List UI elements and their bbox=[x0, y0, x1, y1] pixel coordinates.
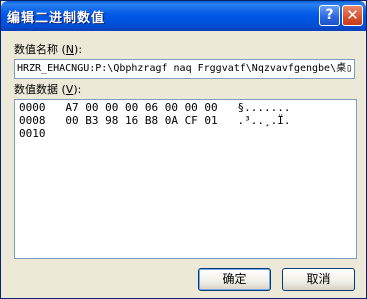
value-name-field[interactable]: HRZR_EHACNGU:P:\Qbphzragf naq Frggvatf\N… bbox=[14, 59, 355, 79]
hex-row[interactable]: 0008 00 B3 98 16 B8 0A CF 01 .³..¸.Ï. bbox=[19, 114, 291, 127]
value-data-editor[interactable]: 0000 A7 00 00 00 06 00 00 00 §....... 00… bbox=[14, 99, 357, 259]
value-data-accel-close: ): bbox=[73, 83, 82, 96]
value-name-accel-key: N bbox=[65, 43, 75, 56]
value-data-accel-open: ( bbox=[58, 83, 66, 96]
hex-row[interactable]: 0000 A7 00 00 00 06 00 00 00 §....... bbox=[19, 101, 291, 114]
value-name-label: 数值名称 (N): bbox=[14, 41, 82, 57]
cancel-button[interactable]: 取消 bbox=[282, 268, 355, 291]
value-name-label-text: 数值名称 bbox=[14, 43, 58, 56]
help-button[interactable]: ? bbox=[319, 5, 340, 26]
value-name-accel-open: ( bbox=[58, 43, 66, 56]
dialog-title: 编辑二进制数值 bbox=[7, 11, 106, 26]
value-data-label-text: 数值数据 bbox=[14, 83, 58, 96]
value-name-accel-close: ): bbox=[74, 43, 83, 56]
help-icon: ? bbox=[325, 7, 334, 23]
hex-row[interactable]: 0010 bbox=[19, 127, 46, 140]
close-button[interactable]: ✕ bbox=[342, 5, 363, 26]
close-icon: ✕ bbox=[346, 6, 359, 24]
edit-binary-value-dialog: 编辑二进制数值 ? ✕ 数值名称 (N): HRZR_EHACNGU:P:\Qb… bbox=[0, 0, 367, 299]
ok-button[interactable]: 确定 bbox=[198, 268, 271, 291]
value-data-label: 数值数据 (V): bbox=[14, 81, 81, 97]
title-bar[interactable]: 编辑二进制数值 ? ✕ bbox=[1, 1, 366, 31]
